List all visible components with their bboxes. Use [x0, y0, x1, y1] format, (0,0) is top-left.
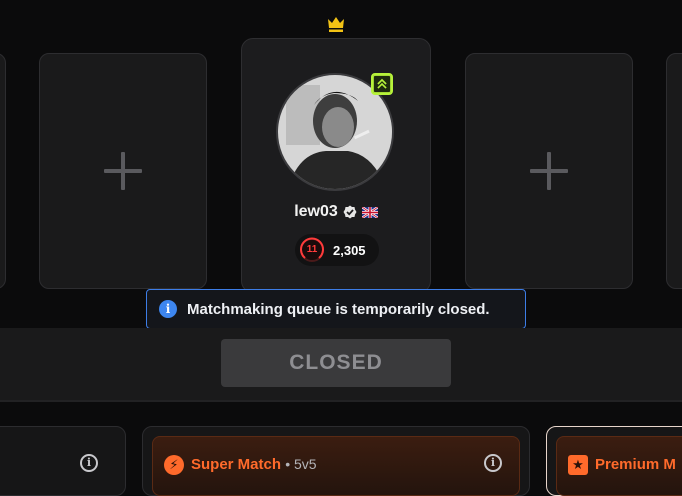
- closed-button[interactable]: CLOSED: [221, 339, 451, 387]
- lightning-icon: ⚡: [164, 455, 184, 475]
- info-icon[interactable]: i: [80, 454, 98, 472]
- add-player-icon: [530, 152, 568, 190]
- player-username[interactable]: lew03: [294, 203, 338, 221]
- mode-format: • 5v5: [285, 456, 317, 472]
- double-chevron-up-icon: [371, 73, 393, 95]
- mode-card-left[interactable]: [0, 426, 126, 496]
- skill-level: 11: [306, 244, 318, 255]
- party-slot-edge-right[interactable]: [666, 53, 682, 289]
- player-name-row: lew03: [241, 203, 431, 221]
- elo-display: 11 2,305: [295, 234, 379, 266]
- verified-badge-icon: [343, 205, 357, 219]
- skill-level-gauge: 11: [299, 237, 325, 263]
- uk-flag-icon: [361, 206, 378, 218]
- info-icon[interactable]: i: [484, 454, 502, 472]
- elo-value: 2,305: [333, 242, 366, 258]
- party-slot-empty-left[interactable]: [39, 53, 207, 289]
- section-divider: [0, 400, 682, 402]
- notice-text: Matchmaking queue is temporarily closed.: [187, 300, 490, 318]
- star-icon: ★: [568, 455, 588, 475]
- crown-icon: [328, 17, 344, 32]
- queue-closed-notice: i Matchmaking queue is temporarily close…: [146, 289, 526, 329]
- mode-title-premium: Premium M: [595, 456, 676, 473]
- party-slot-edge-left[interactable]: [0, 53, 6, 289]
- info-icon: i: [159, 300, 177, 318]
- party-slot-empty-right[interactable]: [465, 53, 633, 289]
- mode-title-super-match: Super Match • 5v5: [191, 456, 317, 473]
- add-player-icon: [104, 152, 142, 190]
